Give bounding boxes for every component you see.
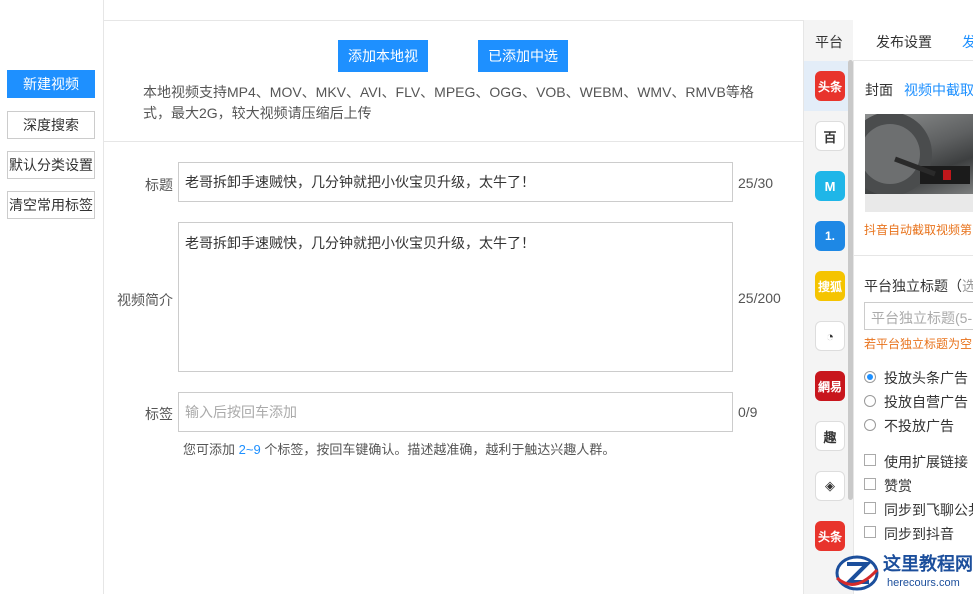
tags-input[interactable]: 输入后按回车添加	[178, 392, 733, 432]
checkbox-sync-douyin-label: 同步到抖音	[884, 526, 954, 542]
independent-title-input[interactable]: 平台独立标题(5-	[864, 302, 973, 330]
description-textarea[interactable]: 老哥拆卸手速贼快，几分钟就把小伙宝贝升级，太牛了！	[178, 222, 733, 372]
platform-header: 平台	[815, 34, 843, 50]
radio-self-ad[interactable]	[864, 395, 876, 407]
description-count: 25/200	[738, 290, 781, 306]
independent-title-label: 平台独立标题（选	[864, 276, 973, 296]
watermark-logo-icon: 这里教程网 herecours.com	[835, 553, 973, 591]
upload-hint-line1: 本地视频支持MP4、MOV、MKV、AVI、FLV、MPEG、OGG、VOB、W…	[143, 84, 754, 100]
tab-more[interactable]: 发	[962, 32, 973, 52]
checkbox-sync-douyin[interactable]	[864, 526, 876, 538]
checkbox-sync-feiliao-label: 同步到飞聊公共	[884, 502, 973, 518]
platform-baijiahao-icon[interactable]: 百	[815, 121, 845, 151]
cover-thumbnail[interactable]	[865, 114, 973, 212]
upload-hint: 本地视频支持MP4、MOV、MKV、AVI、FLV、MPEG、OGG、VOB、W…	[143, 82, 783, 124]
watermark-en: herecours.com	[887, 577, 960, 589]
clear-tags-button[interactable]: 清空常用标签	[7, 191, 95, 219]
upload-hint-line2: 式，最大2G，较大视频请压缩后上传	[143, 105, 372, 121]
watermark-cn: 这里教程网	[883, 553, 973, 574]
tags-label: 标签	[145, 406, 173, 422]
cover-thumbnail-image	[865, 114, 973, 212]
tags-tip-prefix: 您可添加	[183, 442, 236, 457]
radio-toutiao-ad-label: 投放头条广告	[884, 370, 968, 386]
title-input[interactable]: 老哥拆卸手速贼快，几分钟就把小伙宝贝升级，太牛了！	[178, 162, 733, 202]
platform-toutiao-2-icon[interactable]: 头条	[815, 521, 845, 551]
section-divider	[103, 141, 803, 142]
platform-aiqiyi-icon[interactable]: ◈	[815, 471, 845, 501]
add-from-library-button[interactable]: 已添加中选取	[478, 40, 568, 96]
platform-sohu-icon[interactable]: 搜狐	[815, 271, 845, 301]
checkbox-sync-feiliao[interactable]	[864, 502, 876, 514]
watermark: 这里教程网 herecours.com	[835, 548, 973, 597]
deep-search-button[interactable]: 深度搜索	[7, 111, 95, 139]
independent-title-note: 若平台独立标题为空	[864, 337, 973, 351]
independent-title-label-text: 平台独立标题（	[864, 278, 962, 294]
cover-note: 抖音自动截取视频第	[864, 223, 973, 237]
platform-netease-icon[interactable]: 網易	[815, 371, 845, 401]
tags-tip: 您可添加 2~9 个标签，按回车键确认。描述越准确，越利于触达兴趣人群。	[183, 439, 615, 458]
tags-count: 0/9	[738, 404, 758, 420]
independent-title-label-tail: 选	[962, 278, 973, 294]
title-label: 标题	[145, 177, 173, 193]
default-category-button[interactable]: 默认分类设置	[7, 151, 95, 179]
checkbox-reward[interactable]	[864, 478, 876, 490]
description-label: 视频简介	[117, 292, 173, 308]
title-count: 25/30	[738, 175, 774, 191]
checkbox-extended-link[interactable]	[864, 454, 876, 466]
platform-toutiao-icon[interactable]: 头条	[815, 71, 845, 101]
new-video-button[interactable]: 新建视频	[7, 70, 95, 98]
cover-capture-link[interactable]: 视频中截取	[904, 80, 973, 100]
radio-self-ad-label: 投放自营广告	[884, 394, 968, 410]
platform-qq-kandian-icon[interactable]: ◔	[815, 321, 845, 351]
radio-toutiao-ad[interactable]	[864, 371, 876, 383]
platform-qutoutiao-icon[interactable]: 趣	[815, 421, 845, 451]
radio-no-ad-label: 不投放广告	[884, 418, 954, 434]
settings-divider	[853, 255, 973, 256]
add-local-video-button[interactable]: 添加本地视频	[338, 40, 428, 96]
tags-tip-suffix: 个标签，按回车键确认。描述越准确，越利于触达兴趣人群。	[264, 442, 616, 457]
checkbox-reward-label: 赞赏	[884, 478, 912, 494]
tab-publish-settings[interactable]: 发布设置	[876, 32, 932, 52]
platform-dayu-icon[interactable]: M	[815, 171, 845, 201]
platform-yidian-icon[interactable]: 1.	[815, 221, 845, 251]
tags-tip-range: 2~9	[238, 442, 261, 457]
checkbox-extended-link-label: 使用扩展链接	[884, 454, 968, 470]
cover-label: 封面	[865, 82, 893, 98]
radio-no-ad[interactable]	[864, 419, 876, 431]
